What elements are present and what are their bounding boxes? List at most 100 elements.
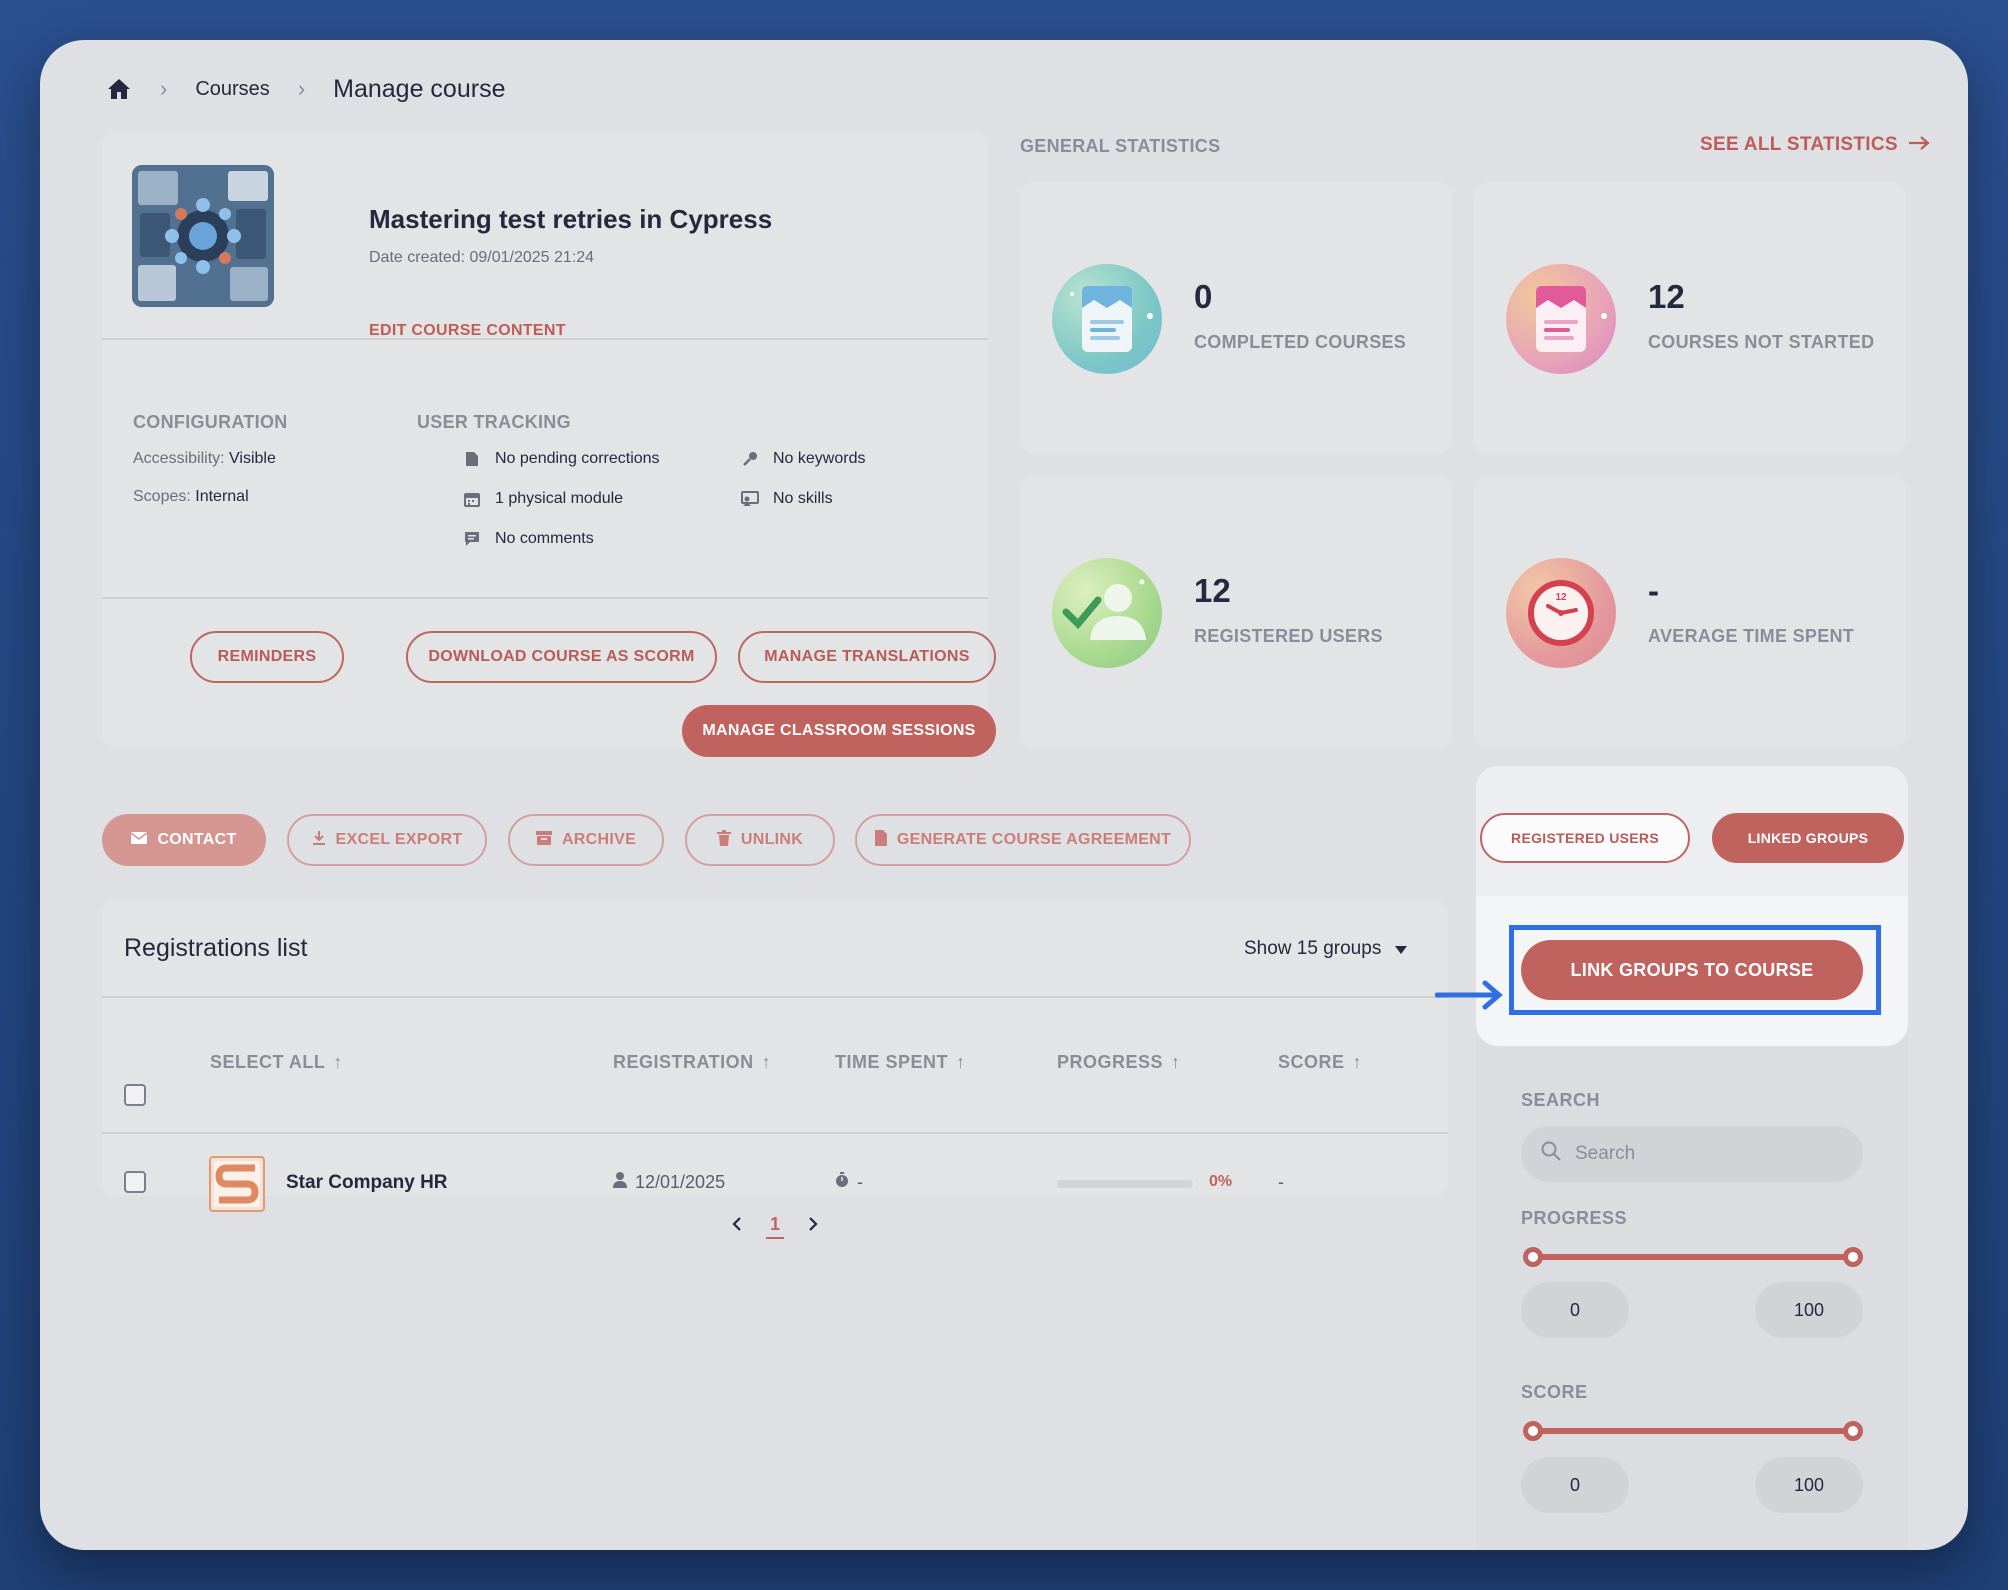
average-time-spent-label: AVERAGE TIME SPENT [1648,626,1855,646]
registration-header-label: REGISTRATION [613,1052,754,1072]
column-select-all[interactable]: SELECT ALL ↑ [210,1052,343,1073]
excel-export-button[interactable]: EXCEL EXPORT [287,814,487,866]
physical-modules-text: 1 physical module [495,490,624,507]
arrow-up-icon: ↑ [1352,1052,1363,1072]
skills-text: No skills [773,490,833,507]
document-icon [874,829,887,851]
document-icon [463,450,481,468]
breadcrumb-courses[interactable]: Courses [195,78,269,101]
score-filter-label: SCORE [1521,1382,1588,1402]
column-score[interactable]: SCORE ↑ [1278,1052,1362,1073]
show-groups-select[interactable]: Show 15 groups [1244,938,1408,960]
registrations-panel: Registrations list Show 15 groups SELECT… [102,900,1448,1212]
download-icon [312,830,326,851]
generate-course-agreement-button[interactable]: GENERATE COURSE AGREEMENT [855,814,1191,866]
archive-icon [535,830,552,850]
manage-classroom-sessions-button[interactable]: MANAGE CLASSROOM SESSIONS [682,705,996,757]
score-min-handle[interactable] [1523,1421,1543,1441]
general-statistics-title: GENERAL STATISTICS [1020,136,1221,156]
reminders-button[interactable]: REMINDERS [190,631,344,683]
page-title: Manage course [333,74,506,103]
manage-translations-button[interactable]: MANAGE TRANSLATIONS [738,631,996,683]
calendar-icon [463,490,481,508]
show-groups-label: Show 15 groups [1244,938,1382,959]
chevron-right-icon[interactable] [808,1216,818,1237]
select-all-label: SELECT ALL [210,1052,326,1072]
skills-info: No skills [741,490,833,508]
group-name[interactable]: Star Company HR [286,1172,448,1194]
pending-corrections: No pending corrections [463,450,660,468]
progress-max-input[interactable]: 100 [1755,1282,1863,1338]
skills-icon [741,490,759,508]
page-number[interactable]: 1 [766,1214,785,1239]
arrow-right-icon [1908,134,1930,156]
course-thumbnail [132,165,274,307]
stopwatch-icon [835,1172,849,1193]
user-icon [613,1172,627,1193]
registration-date-text: 12/01/2025 [635,1172,726,1192]
row-checkbox[interactable] [124,1171,146,1193]
select-all-checkbox[interactable] [124,1084,146,1106]
registered-users-value: 12 [1194,572,1231,609]
registered-users-label: REGISTERED USERS [1194,626,1383,646]
contact-button[interactable]: CONTACT [102,814,266,866]
divider [102,996,1448,998]
user-tracking-heading: USER TRACKING [417,412,571,432]
chevron-left-icon[interactable] [732,1216,742,1237]
search-icon [1541,1141,1561,1167]
caret-down-icon [1395,938,1408,960]
tab-linked-groups[interactable]: LINKED GROUPS [1712,813,1904,863]
stat-courses-not-started: 12 COURSES NOT STARTED [1474,182,1906,454]
score-max-handle[interactable] [1843,1421,1863,1441]
see-all-statistics-label: SEE ALL STATISTICS [1700,134,1898,155]
unlink-button[interactable]: UNLINK [685,814,835,866]
progress-range-track[interactable] [1533,1254,1853,1260]
progress-bar [1057,1180,1193,1188]
arrow-up-icon: ↑ [333,1052,343,1072]
scopes-key: Scopes: [133,488,191,505]
courses-not-started-icon [1506,264,1616,374]
see-all-statistics-link[interactable]: SEE ALL STATISTICS [1700,134,1930,156]
archive-button[interactable]: ARCHIVE [508,814,664,866]
column-progress[interactable]: PROGRESS ↑ [1057,1052,1181,1073]
highlight-frame [1509,925,1881,1015]
arrow-up-icon: ↑ [1171,1052,1181,1072]
generate-course-agreement-label: GENERATE COURSE AGREEMENT [896,831,1172,848]
progress-min-input[interactable]: 0 [1521,1282,1629,1338]
key-icon [741,450,759,468]
contact-label: CONTACT [157,831,237,848]
score-min-input[interactable]: 0 [1521,1457,1629,1513]
pending-corrections-text: No pending corrections [495,450,660,467]
svg-text:12: 12 [1555,592,1567,603]
divider [102,597,988,599]
arrow-up-icon: ↑ [956,1052,966,1072]
clock-icon: 12 [1506,558,1616,668]
envelope-icon [130,831,148,849]
group-avatar [209,1156,265,1212]
arrow-up-icon: ↑ [761,1052,772,1072]
progress-min-handle[interactable] [1523,1247,1543,1267]
courses-not-started-value: 12 [1648,278,1685,315]
accessibility-value: Visible [229,450,276,467]
progress-max-handle[interactable] [1843,1247,1863,1267]
time-spent-text: - [857,1172,863,1192]
time-spent-header-label: TIME SPENT [835,1052,949,1072]
column-registration[interactable]: REGISTRATION ↑ [613,1052,771,1073]
keywords-info: No keywords [741,450,865,468]
home-icon[interactable] [106,76,132,102]
progress-header-label: PROGRESS [1057,1052,1164,1072]
comment-icon [463,530,481,548]
row-score: - [1278,1172,1284,1192]
breadcrumb: › Courses › Manage course [106,64,505,114]
comments-text: No comments [495,530,594,547]
accessibility-key: Accessibility: [133,450,225,467]
average-time-spent-value: - [1648,572,1659,609]
score-range-track[interactable] [1533,1428,1853,1434]
search-input[interactable]: Search [1521,1126,1863,1182]
download-scorm-button[interactable]: DOWNLOAD COURSE AS SCORM [406,631,717,683]
score-max-input[interactable]: 100 [1755,1457,1863,1513]
progress-percent: 0% [1209,1173,1233,1190]
column-time-spent[interactable]: TIME SPENT ↑ [835,1052,966,1073]
search-label: SEARCH [1521,1090,1601,1110]
tab-registered-users[interactable]: REGISTERED USERS [1480,813,1690,863]
